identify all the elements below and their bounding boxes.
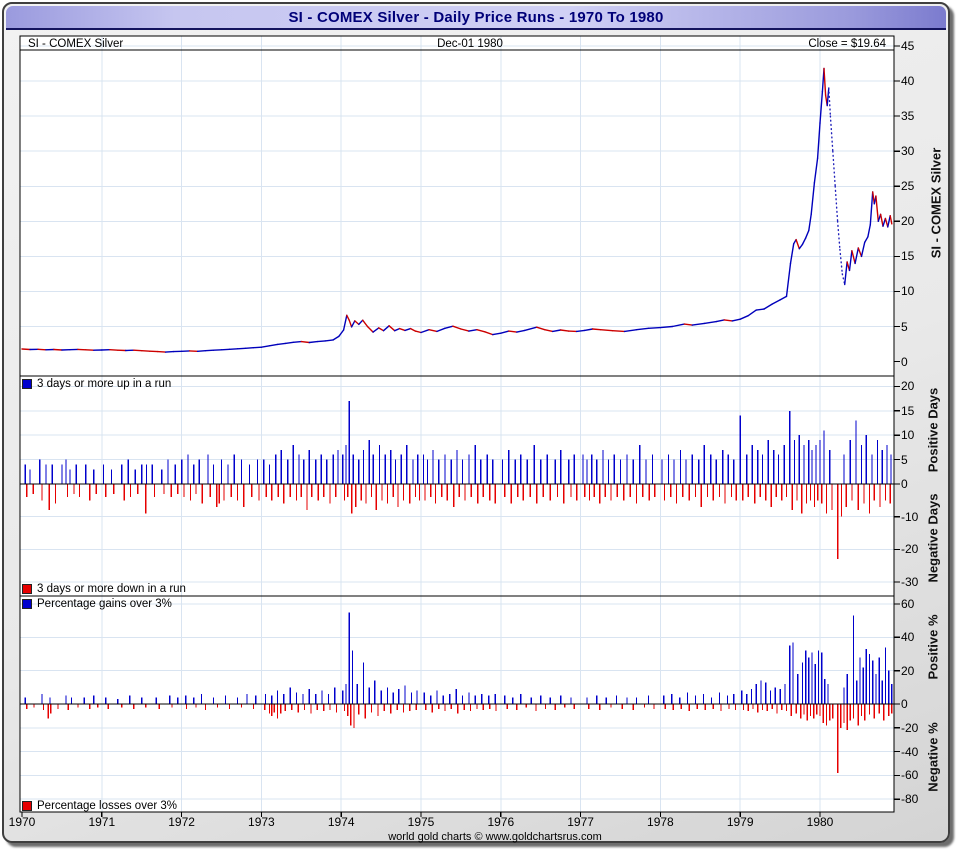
y-axis-title-negative-days: Negative Days bbox=[925, 493, 941, 583]
legend-days-up-label: 3 days or more up in a run bbox=[37, 378, 172, 390]
y-tick-label-days: -10 bbox=[901, 509, 919, 524]
x-tick-label-year: 1973 bbox=[248, 815, 275, 829]
x-tick-label-year: 1970 bbox=[8, 815, 36, 829]
y-axis-title-positive-pct: Positive % bbox=[925, 614, 941, 680]
y-tick-label-price: 20 bbox=[901, 214, 915, 229]
screenshot-page: SI - COMEX Silver - Daily Price Runs - 1… bbox=[0, 0, 960, 850]
y-tick-label-price: 5 bbox=[901, 319, 908, 334]
y-tick-label-days: -20 bbox=[901, 542, 919, 557]
y-tick-label-pct: 40 bbox=[901, 630, 915, 645]
y-tick-label-price: 40 bbox=[901, 74, 915, 89]
x-tick-label-year: 1972 bbox=[168, 815, 195, 829]
y-tick-label-pct: -40 bbox=[901, 744, 919, 759]
plot-background bbox=[20, 36, 894, 812]
x-tick-label-year: 1975 bbox=[407, 815, 435, 829]
x-tick-label-year: 1980 bbox=[806, 815, 834, 829]
legend-days-down-label: 3 days or more down in a run bbox=[37, 583, 186, 595]
y-tick-label-pct: 60 bbox=[901, 596, 915, 611]
chart-canvas bbox=[19, 35, 900, 817]
legend-days-up: 3 days or more up in a run bbox=[22, 378, 171, 390]
y-tick-label-price: 0 bbox=[901, 354, 908, 369]
legend-pct-up-label: Percentage gains over 3% bbox=[37, 598, 172, 610]
x-tick-label-year: 1974 bbox=[327, 815, 355, 829]
red-square-icon bbox=[22, 801, 32, 811]
y-axis-title-price: SI - COMEX Silver bbox=[928, 147, 944, 259]
y-tick-label-days: 15 bbox=[901, 403, 915, 418]
y-tick-label-days: 10 bbox=[901, 428, 915, 443]
y-tick-label-days: 20 bbox=[901, 379, 915, 394]
legend-pct-up: Percentage gains over 3% bbox=[22, 598, 172, 610]
y-tick-label-pct: 20 bbox=[901, 663, 915, 678]
y-tick-label-price: 30 bbox=[901, 144, 915, 159]
y-tick-label-pct: -60 bbox=[901, 768, 919, 783]
legend-pct-down: Percentage losses over 3% bbox=[22, 800, 177, 812]
blue-square-icon bbox=[22, 599, 32, 609]
y-axis-title-positive-days: Positive Days bbox=[925, 387, 941, 473]
series-label: SI - COMEX Silver bbox=[28, 38, 124, 50]
y-tick-label-price: 15 bbox=[901, 249, 915, 264]
red-square-icon bbox=[22, 584, 32, 594]
x-tick-label-year: 1979 bbox=[726, 815, 754, 829]
x-tick-label-year: 1978 bbox=[647, 815, 674, 829]
x-tick-label-year: 1971 bbox=[88, 815, 116, 829]
y-tick-label-price: 10 bbox=[901, 284, 915, 299]
legend-days-down: 3 days or more down in a run bbox=[22, 583, 186, 595]
y-tick-label-days: -30 bbox=[901, 575, 919, 590]
y-tick-label-days: 0 bbox=[901, 477, 908, 491]
legend-pct-down-label: Percentage losses over 3% bbox=[37, 800, 177, 812]
y-tick-label-price: 45 bbox=[901, 39, 915, 53]
footer-credit: world gold charts © www.goldchartsrus.co… bbox=[388, 831, 602, 843]
y-tick-label-price: 25 bbox=[901, 179, 915, 194]
y-tick-label-price: 35 bbox=[901, 109, 915, 124]
x-tick-label-year: 1976 bbox=[487, 815, 515, 829]
close-price-label: Close = $19.64 bbox=[808, 38, 886, 50]
blue-square-icon bbox=[22, 379, 32, 389]
date-label: Dec-01 1980 bbox=[437, 38, 503, 50]
y-tick-label-days: 5 bbox=[901, 452, 908, 467]
y-axis-title-negative-pct: Negative % bbox=[925, 722, 941, 792]
x-tick-label-year: 1977 bbox=[567, 815, 594, 829]
y-tick-label-pct: -80 bbox=[901, 792, 919, 807]
y-tick-label-pct: -20 bbox=[901, 720, 919, 735]
y-tick-label-pct: 0 bbox=[901, 697, 908, 711]
